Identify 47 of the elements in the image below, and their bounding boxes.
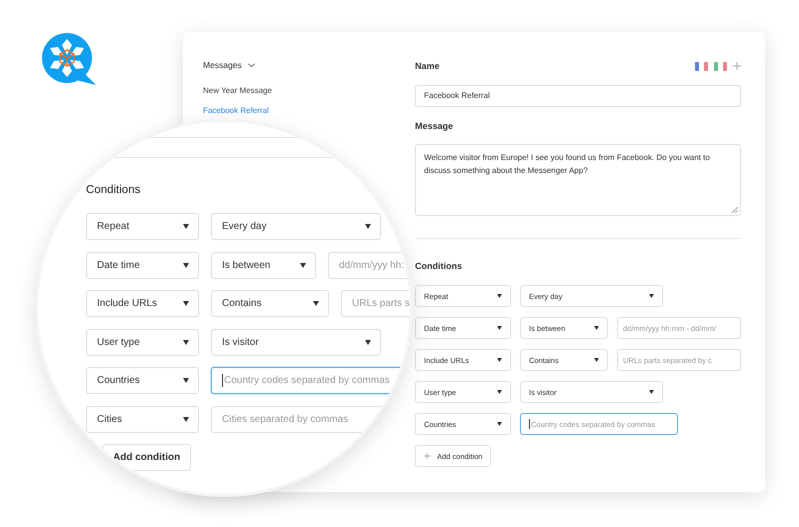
caret-icon xyxy=(183,301,189,306)
message-label: Message xyxy=(415,120,454,132)
flag-icon[interactable] xyxy=(714,62,727,70)
logo-icon xyxy=(42,33,96,85)
caret-icon xyxy=(497,294,502,298)
caret-icon xyxy=(183,224,189,229)
sidebar-item[interactable]: New Year Message xyxy=(203,86,415,95)
caret-icon xyxy=(183,416,189,422)
chevron-icon xyxy=(248,62,255,68)
field-dropdown[interactable]: Cities xyxy=(86,406,199,432)
name-field[interactable]: Facebook Referral xyxy=(415,85,741,107)
add-condition-button[interactable]: Add condition xyxy=(102,444,192,470)
field-dropdown[interactable]: Date time xyxy=(86,252,199,278)
caret-icon xyxy=(649,294,654,298)
caret-icon xyxy=(183,262,189,268)
caret-icon xyxy=(594,326,599,330)
message-text: Welcome visitor from Europe! I see you found us from Facebook. Do you want to discuss something about the Messenger App? xyxy=(424,153,710,175)
conditions-heading: Conditions xyxy=(415,260,462,272)
sidebar-title[interactable]: Messages xyxy=(203,60,415,70)
message-field[interactable]: Welcome visitor from Europe! I see you found us from Facebook. Do you want to discuss something about the Messenger App? xyxy=(415,144,741,216)
conditions-heading: Conditions xyxy=(86,183,140,197)
caret-icon xyxy=(497,422,502,426)
caret-icon xyxy=(497,358,502,362)
plus-icon xyxy=(424,453,430,459)
field-dropdown[interactable]: User type xyxy=(86,328,199,356)
operator-dropdown[interactable]: Is between xyxy=(211,252,316,278)
caret-icon xyxy=(497,326,502,330)
operator-dropdown[interactable]: Every day xyxy=(211,213,381,240)
sidebar-item[interactable]: Facebook Referral xyxy=(203,106,415,115)
operator-dropdown[interactable]: Is visitor xyxy=(211,328,381,356)
caret-icon xyxy=(183,378,189,383)
caret-icon xyxy=(497,390,502,394)
caret-icon xyxy=(313,301,319,306)
name-label: Name xyxy=(415,60,440,72)
caret-icon xyxy=(365,224,371,229)
caret-icon xyxy=(594,358,599,362)
caret-icon xyxy=(300,262,306,268)
flag-icon[interactable] xyxy=(695,62,708,70)
resize-grip-icon xyxy=(732,207,738,213)
caret-icon xyxy=(649,390,654,394)
plus-icon[interactable] xyxy=(733,62,741,70)
operator-dropdown[interactable]: Contains xyxy=(211,290,329,317)
field-dropdown[interactable]: Countries xyxy=(86,367,199,394)
caret-icon xyxy=(183,340,189,344)
field-dropdown[interactable]: Include URLs xyxy=(86,290,199,317)
field-dropdown[interactable]: Repeat xyxy=(86,213,199,240)
caret-icon xyxy=(365,340,371,344)
